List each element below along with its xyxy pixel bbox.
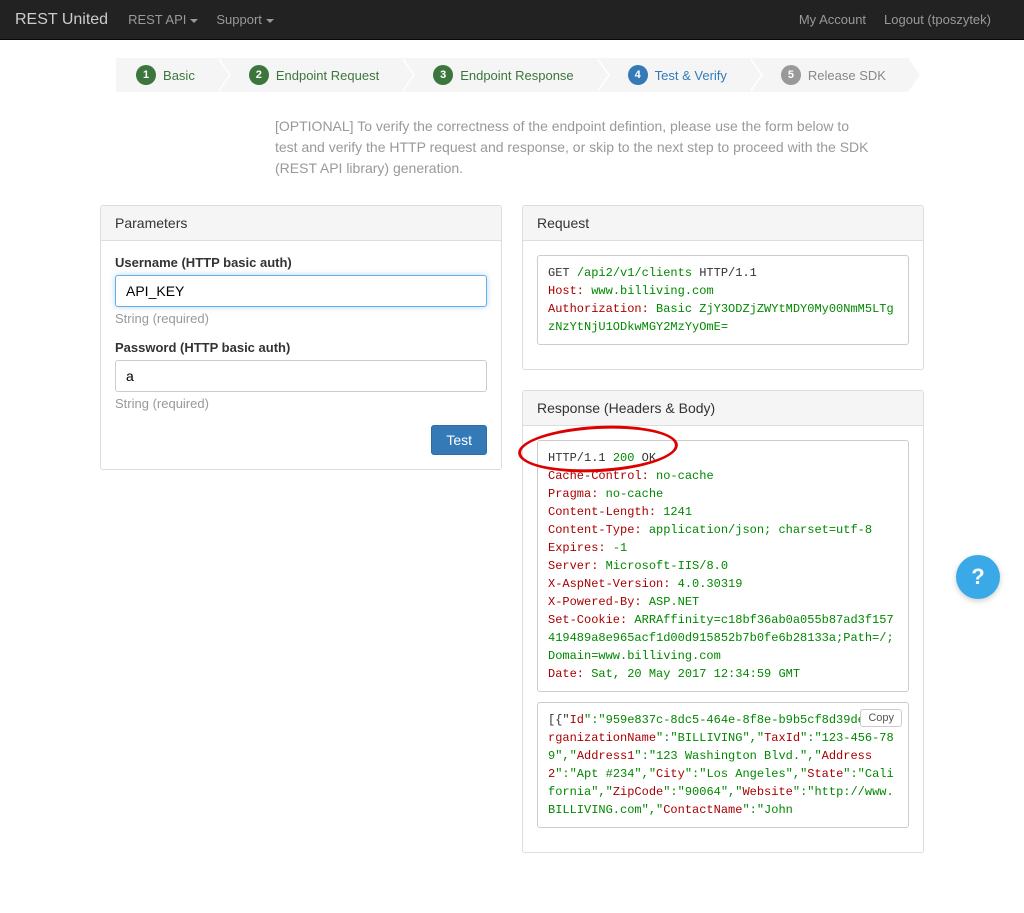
help-fab-button[interactable]: ?	[956, 555, 1000, 599]
response-panel: Response (Headers & Body) HTTP/1.1 200 O…	[522, 390, 924, 853]
response-heading: Response (Headers & Body)	[523, 391, 923, 426]
copy-button[interactable]: Copy	[860, 709, 902, 727]
username-help: String (required)	[115, 311, 487, 326]
chevron-down-icon	[266, 19, 274, 23]
wizard-step-endpoint-response[interactable]: 3Endpoint Response	[401, 58, 595, 92]
wizard-step-release-sdk[interactable]: 5Release SDK	[749, 58, 908, 92]
wizard-step-test-verify[interactable]: 4Test & Verify	[596, 58, 749, 92]
brand[interactable]: REST United	[15, 11, 108, 29]
request-code: GET /api2/v1/clients HTTP/1.1 Host: www.…	[537, 255, 909, 345]
username-input[interactable]	[115, 275, 487, 307]
password-help: String (required)	[115, 396, 487, 411]
nav-rest-api[interactable]: REST API	[128, 12, 198, 27]
nav-support[interactable]: Support	[216, 12, 274, 27]
parameters-heading: Parameters	[101, 206, 501, 241]
request-panel: Request GET /api2/v1/clients HTTP/1.1 Ho…	[522, 205, 924, 370]
wizard-step-endpoint-request[interactable]: 2Endpoint Request	[217, 58, 401, 92]
test-button[interactable]: Test	[431, 425, 487, 455]
username-label: Username (HTTP basic auth)	[115, 255, 487, 270]
response-body-code: Copy[{"Id":"959e837c-8dc5-464e-8f8e-b9b5…	[537, 702, 909, 828]
top-navbar: REST United REST API Support My Account …	[0, 0, 1024, 40]
password-input[interactable]	[115, 360, 487, 392]
question-icon: ?	[971, 564, 984, 590]
password-label: Password (HTTP basic auth)	[115, 340, 487, 355]
request-heading: Request	[523, 206, 923, 241]
wizard-steps: 1Basic 2Endpoint Request 3Endpoint Respo…	[10, 58, 1014, 92]
chevron-down-icon	[190, 19, 198, 23]
annotation-circle	[517, 422, 679, 476]
response-headers-code: HTTP/1.1 200 OK Cache-Control: no-cache …	[537, 440, 909, 692]
wizard-step-basic[interactable]: 1Basic	[116, 58, 217, 92]
intro-text: [OPTIONAL] To verify the correctness of …	[275, 116, 875, 179]
nav-logout[interactable]: Logout (tposzytek)	[884, 12, 991, 27]
parameters-panel: Parameters Username (HTTP basic auth) St…	[100, 205, 502, 470]
nav-my-account[interactable]: My Account	[799, 12, 866, 27]
